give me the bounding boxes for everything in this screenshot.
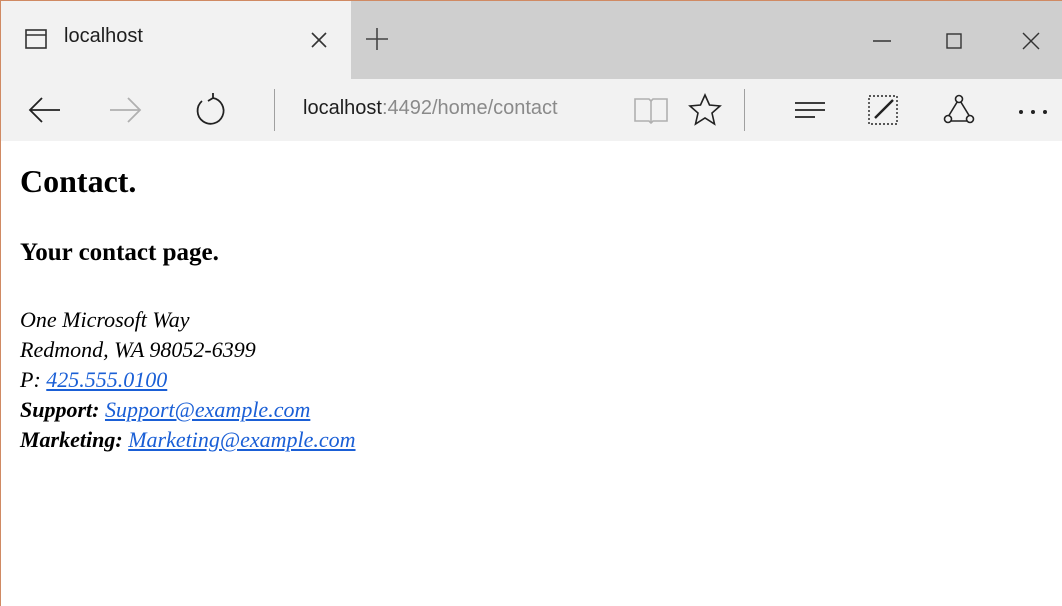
minimize-icon[interactable] <box>864 23 900 59</box>
maximize-icon[interactable] <box>936 23 972 59</box>
hub-icon[interactable] <box>791 92 831 128</box>
support-label: Support: <box>20 397 100 422</box>
navigation-bar: localhost:4492/home/contact <box>1 79 1062 141</box>
more-icon[interactable] <box>1013 92 1055 128</box>
tab-page-icon <box>25 29 47 49</box>
page-title: Contact. <box>20 163 137 199</box>
marketing-line: Marketing: Marketing@example.com <box>20 425 356 455</box>
back-arrow-icon[interactable] <box>25 92 65 128</box>
share-icon[interactable] <box>939 92 979 128</box>
address-line-1: One Microsoft Way <box>20 307 190 332</box>
marketing-email-link[interactable]: Marketing@example.com <box>128 427 355 452</box>
tab-title: localhost <box>64 25 143 47</box>
forward-arrow-icon[interactable] <box>105 92 145 128</box>
new-tab-plus-icon[interactable] <box>363 25 391 53</box>
book-icon[interactable] <box>631 92 671 128</box>
pen-note-icon[interactable] <box>863 92 903 128</box>
address-host: localhost <box>303 97 382 119</box>
support-email-link[interactable]: Support@example.com <box>105 397 310 422</box>
address-bar[interactable]: localhost:4492/home/contact <box>303 97 558 120</box>
address-line-2: Redmond, WA 98052-6399 <box>20 337 256 362</box>
title-bar: localhost <box>1 1 1062 79</box>
browser-window: localhost localhost:4492/home/contact Co… <box>0 0 1062 606</box>
address-path: :4492/home/contact <box>381 97 558 119</box>
nav-separator <box>744 89 745 131</box>
page-subtitle: Your contact page. <box>20 239 219 266</box>
marketing-label: Marketing: <box>20 427 123 452</box>
contact-address: One Microsoft Way Redmond, WA 98052-6399… <box>20 305 356 455</box>
close-window-icon[interactable] <box>1013 23 1049 59</box>
nav-separator <box>274 89 275 131</box>
support-line: Support: Support@example.com <box>20 395 356 425</box>
phone-label: P: <box>20 367 41 392</box>
phone-link[interactable]: 425.555.0100 <box>46 367 167 392</box>
browser-tab[interactable]: localhost <box>1 1 351 79</box>
refresh-icon[interactable] <box>189 92 229 128</box>
tab-close-icon[interactable] <box>306 27 332 53</box>
star-icon[interactable] <box>685 92 725 128</box>
phone-line: P: 425.555.0100 <box>20 365 356 395</box>
